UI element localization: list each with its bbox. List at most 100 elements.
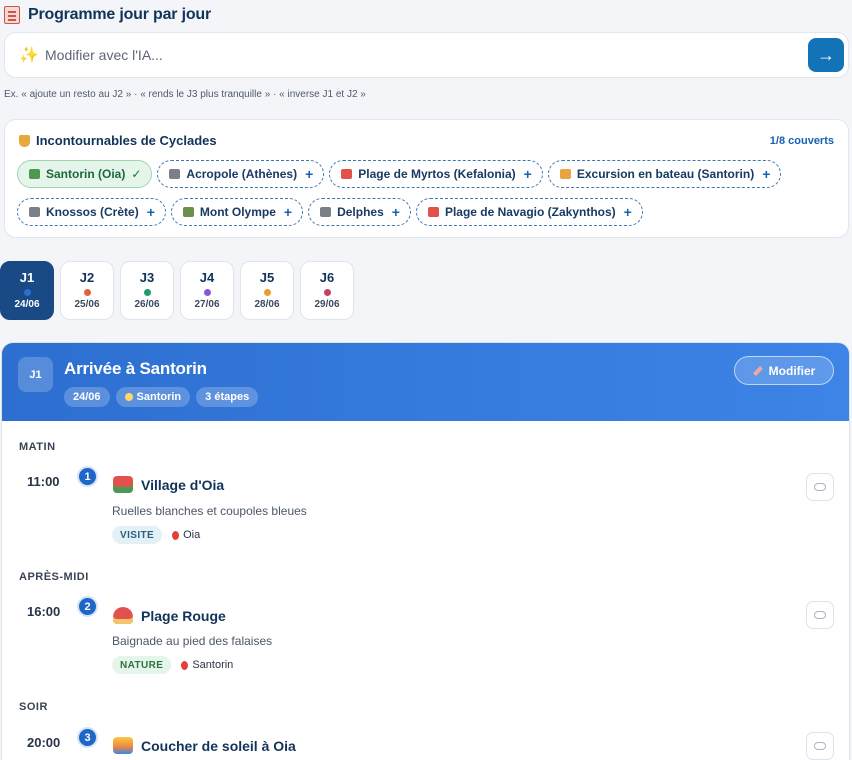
- comment-button[interactable]: [806, 732, 834, 760]
- place-tag-label: Santorin: [136, 391, 182, 403]
- location-text: Santorin: [192, 659, 234, 671]
- plus-icon: +: [762, 166, 771, 182]
- must-see-chip[interactable]: Knossos (Crète) +: [17, 198, 166, 226]
- day-tab-j3[interactable]: J3 26/06: [120, 261, 174, 320]
- step-title[interactable]: Village d'Oia: [113, 476, 224, 493]
- place-tag: Santorin: [115, 387, 191, 407]
- must-see-chip[interactable]: Mont Olympe +: [170, 198, 304, 226]
- day-tab-date: 26/06: [134, 299, 160, 310]
- chip-label: Plage de Navagio (Zakynthos): [444, 205, 616, 219]
- step-title-text: Village d'Oia: [141, 476, 225, 493]
- day-tabs: J1 24/06 J2 25/06 J3 26/06 J4 27/06 J5 28/06 J6 29/…: [0, 261, 354, 320]
- page-title: Programme jour par jour: [28, 6, 211, 23]
- arrow-right-icon: →: [817, 44, 835, 65]
- steps-count-tag: 3 étapes: [196, 387, 259, 407]
- period-label-evening: SOIR: [19, 701, 48, 713]
- step-meta: NATURE Santorin: [112, 656, 233, 674]
- day-header: J1 Arrivée à Santorin 24/06 Santorin 3 é…: [2, 343, 849, 421]
- beach-icon: [427, 207, 439, 217]
- moon-icon: [124, 393, 133, 401]
- step-number: 3: [77, 727, 98, 748]
- trophy-icon: [19, 134, 30, 147]
- day-color-dot: [23, 289, 31, 296]
- must-see-chip[interactable]: Plage de Navagio (Zakynthos) +: [415, 198, 643, 226]
- must-see-chip[interactable]: Acropole (Athènes) +: [157, 160, 325, 188]
- step-title-text: Coucher de soleil à Oia: [141, 737, 296, 754]
- period-label-afternoon: APRÈS-MIDI: [19, 571, 89, 583]
- day-tab-j1[interactable]: J1 24/06: [0, 261, 54, 320]
- chip-label: Delphes: [337, 205, 384, 219]
- boat-icon: [559, 169, 571, 179]
- day-tab-j5[interactable]: J5 28/06: [240, 261, 294, 320]
- must-see-chip[interactable]: Delphes +: [308, 198, 411, 226]
- comment-icon: [814, 483, 826, 491]
- edit-day-button[interactable]: Modifier: [734, 356, 834, 385]
- day-tab-label: J4: [199, 270, 215, 285]
- chip-label: Plage de Myrtos (Kefalonia): [358, 167, 516, 181]
- day-color-dot: [83, 289, 91, 296]
- plus-icon: +: [283, 204, 293, 220]
- day-tags: 24/06 Santorin 3 étapes: [64, 387, 259, 407]
- step-time: 20:00: [27, 735, 61, 750]
- village-icon: [113, 476, 133, 493]
- plus-icon: +: [623, 204, 632, 220]
- day-tab-label: J2: [79, 270, 95, 285]
- step-time: 11:00: [27, 474, 60, 489]
- day-tab-j2[interactable]: J2 25/06: [60, 261, 114, 320]
- temple-icon: [320, 207, 332, 217]
- temple-icon: [29, 207, 40, 217]
- chip-label: Knossos (Crète): [46, 205, 139, 219]
- category-badge: NATURE: [112, 656, 172, 674]
- day-tab-j6[interactable]: J6 29/06: [300, 261, 354, 320]
- comment-button[interactable]: [806, 601, 834, 629]
- period-label-morning: MATIN: [19, 441, 56, 453]
- day-tab-date: 24/06: [14, 299, 40, 310]
- pencil-icon: [752, 365, 763, 376]
- beach-icon: [113, 607, 133, 624]
- send-button[interactable]: →: [808, 38, 844, 72]
- ai-hint: Ex. « ajoute un resto au J2 » · « rends …: [4, 89, 366, 100]
- date-tag: 24/06: [64, 387, 110, 407]
- day-tab-date: 27/06: [194, 299, 220, 310]
- day-title: Arrivée à Santorin: [64, 359, 207, 378]
- ai-edit-input[interactable]: [45, 41, 745, 69]
- comment-button[interactable]: [806, 473, 834, 501]
- must-see-card: Incontournables de Cyclades 1/8 couverts…: [4, 119, 849, 238]
- location: Oia: [172, 529, 200, 541]
- day-color-dot: [323, 289, 331, 296]
- step-number: 2: [77, 596, 98, 617]
- day-tab-date: 25/06: [74, 299, 100, 310]
- day-color-dot: [263, 289, 271, 296]
- step-title-text: Plage Rouge: [141, 607, 226, 624]
- must-see-chips: Santorin (Oia) ✓ Acropole (Athènes) + Plage …: [17, 160, 837, 226]
- day-tab-j4[interactable]: J4 27/06: [180, 261, 234, 320]
- chip-label: Excursion en bateau (Santorin): [576, 167, 755, 181]
- check-icon: ✓: [131, 167, 142, 181]
- chip-label: Santorin (Oia): [46, 167, 126, 181]
- temple-icon: [169, 169, 181, 179]
- comment-icon: [814, 742, 826, 750]
- location: Santorin: [181, 659, 233, 671]
- day-color-dot: [203, 289, 211, 296]
- day-tab-label: J5: [259, 270, 275, 285]
- day-color-dot: [143, 289, 151, 296]
- must-see-chip[interactable]: Plage de Myrtos (Kefalonia) +: [329, 160, 543, 188]
- chip-label: Mont Olympe: [199, 205, 276, 219]
- day-tab-label: J3: [139, 270, 155, 285]
- beach-icon: [341, 169, 353, 179]
- plus-icon: +: [391, 204, 400, 220]
- day-tab-date: 29/06: [314, 299, 340, 310]
- step-description: Baignade au pied des falaises: [112, 634, 273, 648]
- category-badge: VISITE: [112, 526, 163, 544]
- must-see-chip[interactable]: Excursion en bateau (Santorin) +: [547, 160, 782, 188]
- must-see-title-text: Incontournables de Cyclades: [36, 133, 217, 148]
- step-title[interactable]: Coucher de soleil à Oia: [113, 737, 296, 754]
- edit-day-label: Modifier: [768, 363, 816, 378]
- sunset-icon: [113, 737, 133, 754]
- section-header: Programme jour par jour: [4, 4, 211, 26]
- comment-icon: [814, 611, 826, 619]
- must-see-chip[interactable]: Santorin (Oia) ✓: [17, 160, 153, 188]
- step-title[interactable]: Plage Rouge: [113, 607, 226, 624]
- plus-icon: +: [523, 166, 532, 182]
- day-tab-label: J6: [319, 270, 335, 285]
